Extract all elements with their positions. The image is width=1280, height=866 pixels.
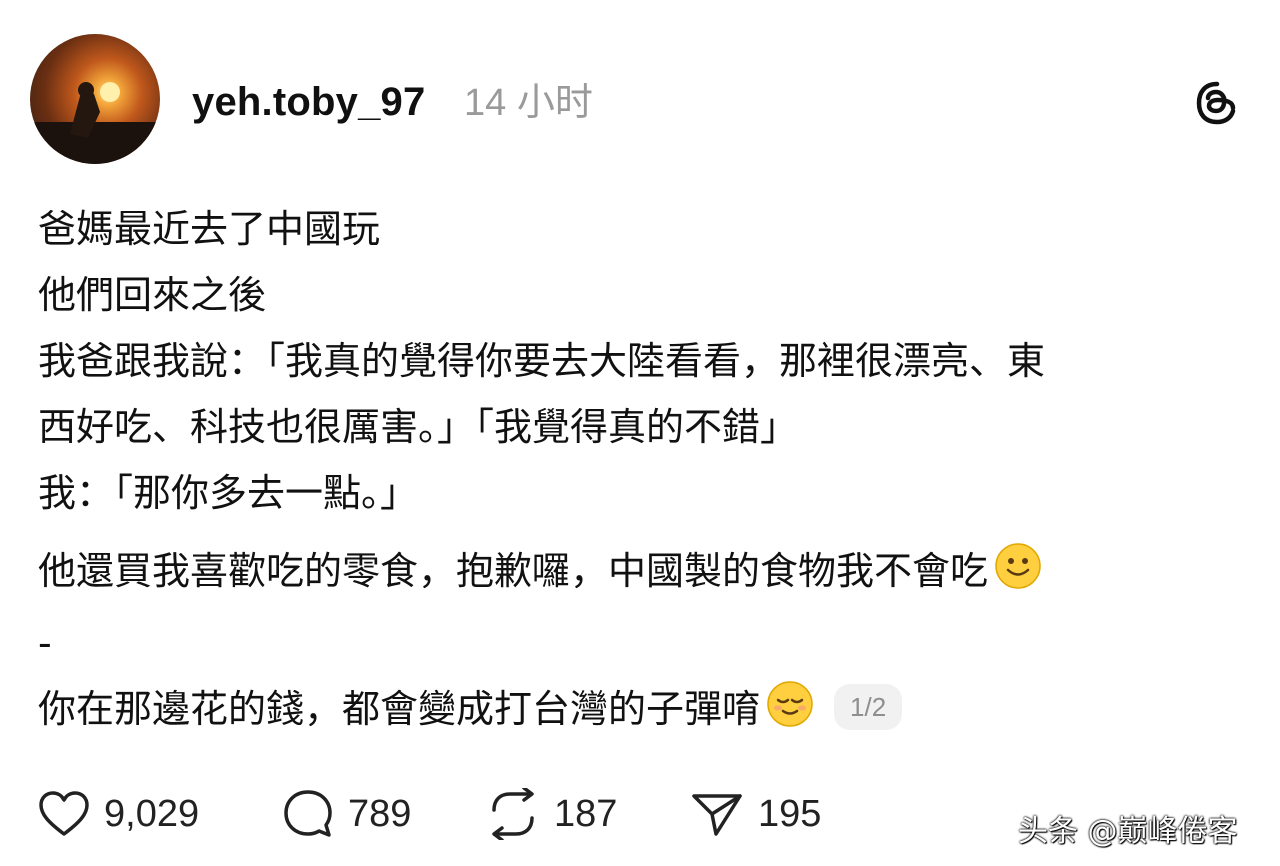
comment-button[interactable]: 789 (282, 786, 411, 842)
threads-logo-icon[interactable] (1192, 78, 1242, 128)
username[interactable]: yeh.toby_97 (192, 78, 425, 126)
post-text-segment: 他還買我喜歡吃的零食，抱歉囉，中國製的食物我不會吃 (38, 549, 989, 593)
repost-button[interactable]: 187 (486, 786, 617, 842)
avatar[interactable] (30, 34, 160, 164)
paper-plane-icon (692, 794, 742, 836)
post-text-line: 你在那邊花的錢，都會變成打台灣的子彈唷 1/2 (38, 676, 1238, 748)
heart-icon (39, 791, 89, 836)
post-actions-bar: 9,029 789 187 195 (38, 786, 938, 842)
post-timestamp: 14 小时 (464, 82, 593, 124)
page-indicator-badge[interactable]: 1/2 (834, 684, 903, 730)
post-text-line: - (38, 621, 52, 665)
share-button[interactable]: 195 (690, 786, 821, 842)
post-text-line: 我：「那你多去一點。」 (38, 471, 419, 515)
repost-count: 187 (554, 792, 618, 835)
avatar-photo (30, 82, 160, 164)
share-count: 195 (758, 792, 822, 835)
relieved-face-emoji-icon (766, 680, 814, 748)
comment-bubble-icon (284, 790, 332, 837)
repost-icon (492, 788, 534, 840)
comment-count: 789 (348, 792, 412, 835)
post-text-line: 爸媽最近去了中國玩 (38, 207, 381, 251)
post-text-line: 他們回來之後 (38, 273, 267, 317)
like-button[interactable]: 9,029 (38, 786, 199, 842)
post-text-line: 我爸跟我說：「我真的覺得你要去大陸看看，那裡很漂亮、東 (38, 339, 1046, 383)
watermark: 头条 @巅峰倦客 (1018, 814, 1238, 849)
post-body: 爸媽最近去了中國玩 他們回來之後 我爸跟我說：「我真的覺得你要去大陸看看，那裡很… (38, 196, 1238, 748)
smiling-face-emoji-icon (994, 542, 1042, 610)
post-text-segment: 你在那邊花的錢，都會變成打台灣的子彈唷 (38, 687, 761, 731)
post-text-line: 他還買我喜歡吃的零食，抱歉囉，中國製的食物我不會吃 (38, 538, 1238, 610)
post-text-line: 西好吃、科技也很厲害。」「我覺得真的不錯」 (38, 405, 799, 449)
like-count: 9,029 (104, 792, 200, 835)
